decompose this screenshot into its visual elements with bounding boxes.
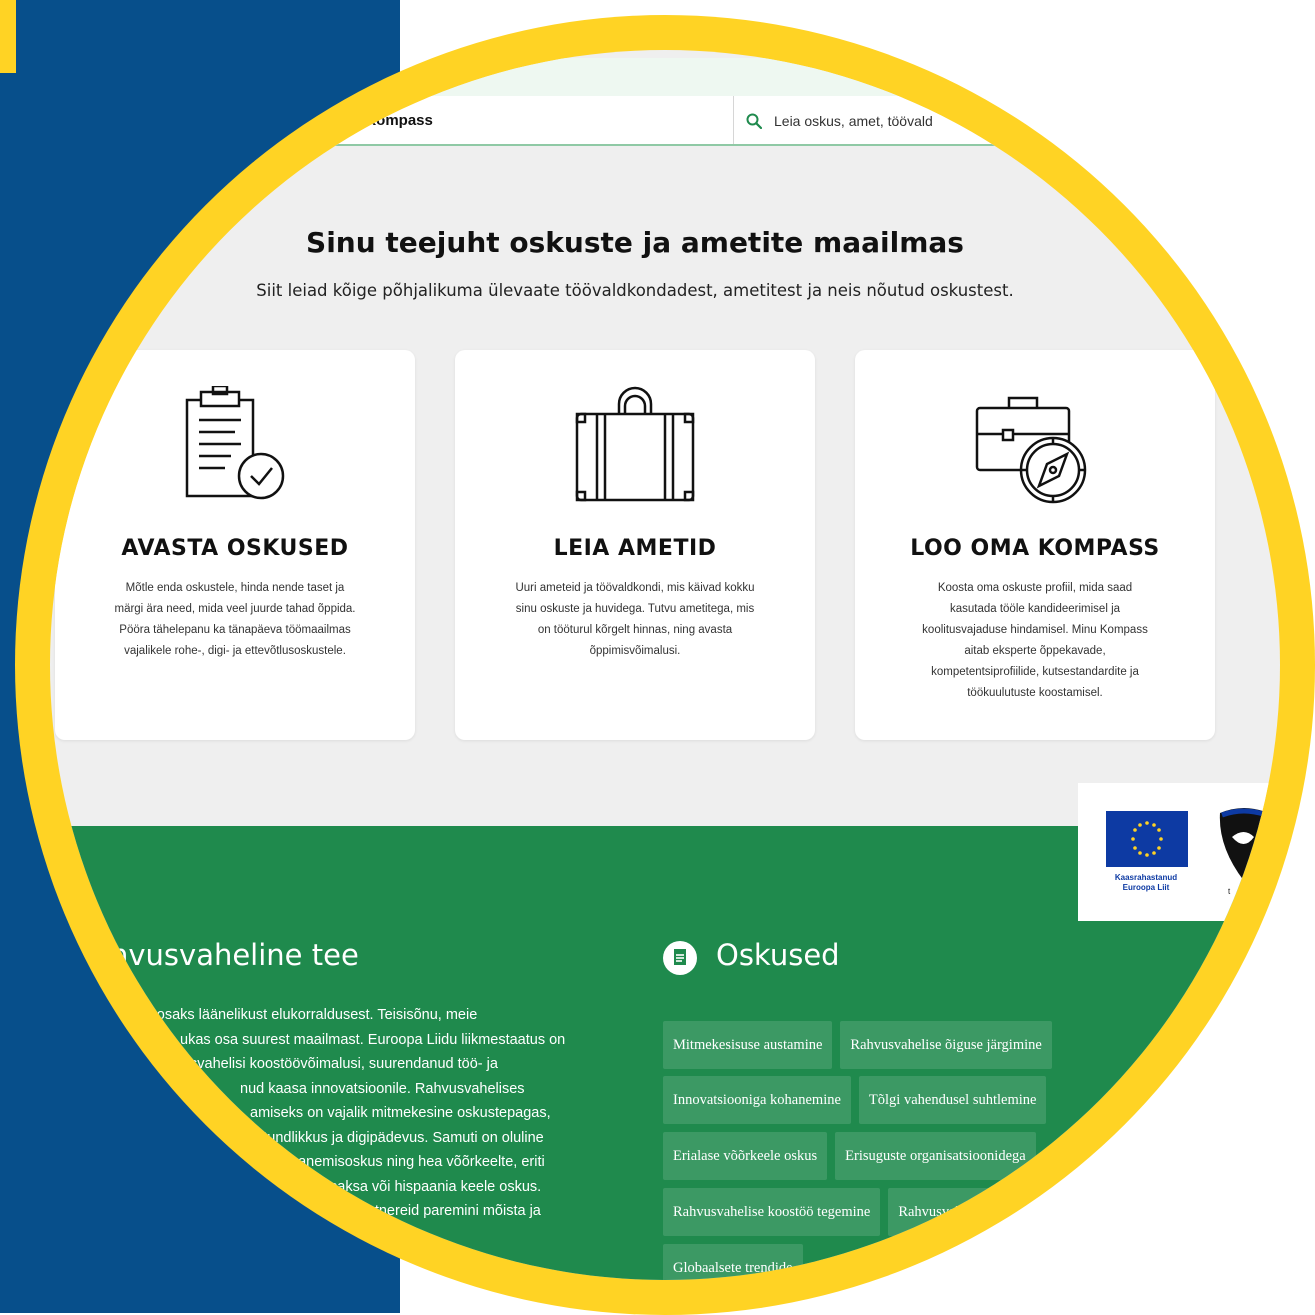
skill-chip[interactable]: Rahvusvahelise koostöö tegemine [663, 1188, 881, 1236]
skills-row: Innovatsiooniga kohanemine Tõlgi vahendu… [663, 1076, 1047, 1124]
card-title: LEIA AMETID [553, 536, 717, 561]
card-avasta-oskused[interactable]: AVASTA OSKUSED Mõtle enda oskustele, hin… [55, 350, 415, 740]
card-description: Koosta oma oskuste profiil, mida saad ka… [922, 582, 1148, 699]
emblem-caption: t [1228, 887, 1231, 896]
eu-caption: Kaasrahastanud Euroopa Liit [1114, 873, 1178, 892]
page-subtitle: Siit leiad kõige põhjalikuma ülevaate tö… [256, 281, 1014, 300]
site-brand[interactable]: u Kompass [352, 112, 433, 129]
skills-title: Oskused [716, 938, 840, 972]
sponsor-logos: Kaasrahastanud Euroopa Liit t [1078, 783, 1280, 921]
skill-chip[interactable]: Innovatsiooniga kohanemine [663, 1076, 851, 1124]
card-loo-oma-kompass[interactable]: LOO OMA KOMPASS Koosta oma oskuste profi… [855, 350, 1215, 740]
card-title: LOO OMA KOMPASS [910, 536, 1160, 561]
briefcase-compass-icon [975, 396, 1087, 504]
clipboard-check-icon [185, 386, 285, 500]
card-leia-ametid[interactable]: LEIA AMETID Uuri ameteid ja töövaldkondi… [455, 350, 815, 740]
screenshot-circle: u Kompass Leia oskus, amet, töövald Sinu… [50, 50, 1280, 1280]
skill-chip[interactable]: Rahvusvahelise õiguse järgimine [840, 1021, 1052, 1069]
page-title: Sinu teejuht oskuste ja ametite maailmas [306, 226, 964, 259]
search-placeholder: Leia oskus, amet, töövald [774, 113, 933, 129]
document-icon [663, 941, 697, 975]
suitcase-icon [575, 386, 695, 502]
section-title: hvusvaheline tee [110, 938, 359, 972]
top-strip [50, 58, 1280, 98]
card-description: Mõtle enda oskustele, hinda nende taset … [114, 582, 356, 657]
skills-row: Globaalsete trendide [663, 1244, 803, 1280]
skill-chip[interactable]: Erisuguste organisatsioonidega [835, 1132, 1036, 1180]
card-description: Uuri ameteid ja töövaldkondi, mis käivad… [515, 582, 755, 657]
skill-chip[interactable]: Mitmekesisuse austamine [663, 1021, 833, 1069]
card-title: AVASTA OSKUSED [121, 536, 349, 561]
skill-chip[interactable]: Rahvusvaheline [888, 1188, 1001, 1236]
yellow-corner-accent [0, 0, 16, 73]
skill-chip[interactable]: Globaalsete trendide [663, 1244, 803, 1280]
skills-row: Mitmekesisuse austamine Rahvusvahelise õ… [663, 1021, 1052, 1069]
skills-row: Erialase võõrkeele oskus Erisuguste orga… [663, 1132, 1036, 1180]
search-icon [746, 113, 762, 129]
coat-of-arms-emblem [1219, 808, 1269, 881]
eu-flag-logo [1106, 811, 1188, 867]
skill-chip[interactable]: Tõlgi vahendusel suhtlemine [858, 1076, 1047, 1124]
skill-chip[interactable]: Erialase võõrkeele oskus [663, 1132, 828, 1180]
skills-row: Rahvusvahelise koostöö tegemine Rahvusva… [663, 1188, 1001, 1236]
section-text: ee olla osaks läänelikust elukorralduses… [110, 1007, 566, 1219]
